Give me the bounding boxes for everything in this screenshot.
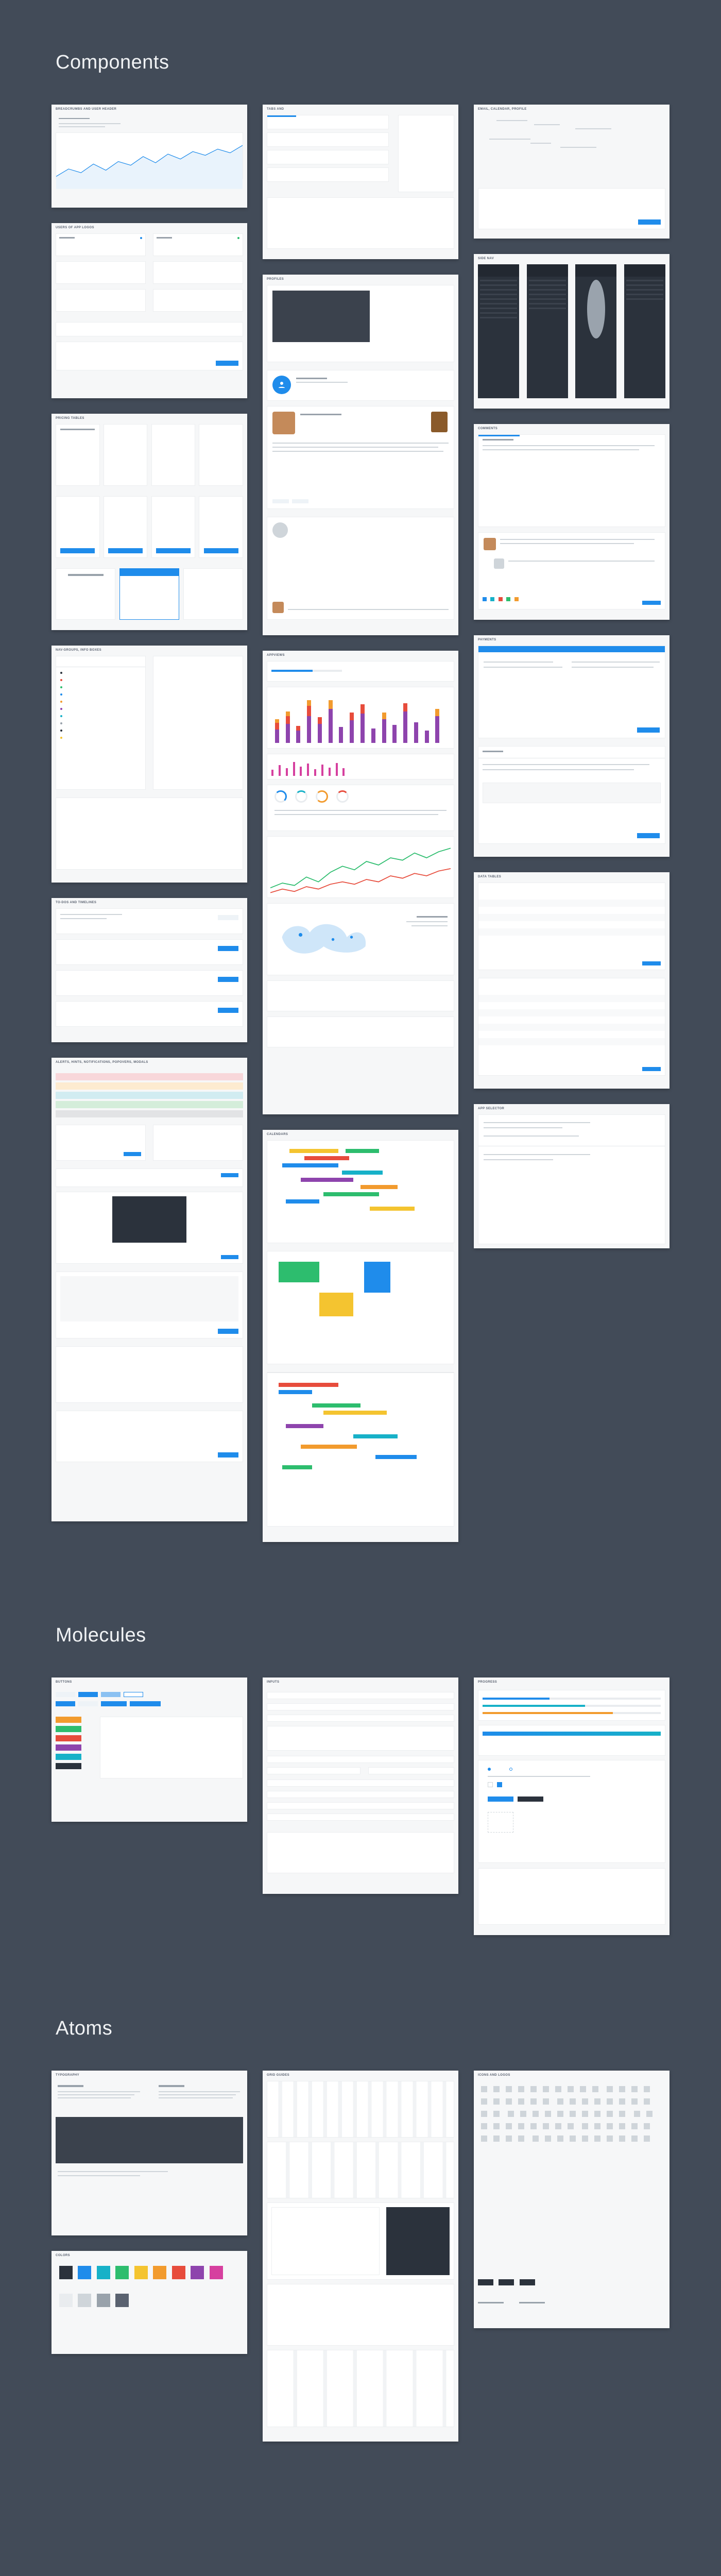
thumb-title: PROGRESS (478, 1681, 497, 1684)
thumb-title: COMMENTS (478, 427, 497, 430)
thumb-comments[interactable]: COMMENTS (474, 424, 670, 620)
components-col-1: BREADCRUMBS AND USER HEADER (52, 105, 247, 1521)
thumb-title: TYPOGRAPHY (56, 2074, 79, 2077)
molecules-col-3: PROGRESS (474, 1677, 670, 1935)
thumb-progress[interactable]: PROGRESS (474, 1677, 670, 1935)
thumb-title: APPVIEWS (267, 654, 285, 657)
thumb-calendars[interactable]: CALENDARS (263, 1130, 458, 1542)
section-title-components: Components (56, 52, 670, 74)
thumb-buttons[interactable]: BUTTONS (52, 1677, 247, 1822)
section-title-atoms: Atoms (56, 2018, 670, 2040)
thumb-title: SIDE NAV (478, 257, 494, 260)
thumb-breadcrumbs[interactable]: BREADCRUMBS AND USER HEADER (52, 105, 247, 208)
thumb-nav-groups[interactable]: NAV-GROUPS, INFO BOXES (52, 646, 247, 883)
thumb-title: ICONS AND LOGOS (478, 2074, 510, 2077)
thumb-title: PROFILES (267, 278, 284, 281)
thumb-appviews[interactable]: APPVIEWS (263, 651, 458, 1114)
thumb-title: DATA TABLES (478, 875, 501, 878)
thumb-pricing[interactable]: PRICING TABLES (52, 414, 247, 630)
section-components: Components BREADCRUMBS AND USER HEADER (52, 52, 670, 1542)
thumb-title: USERS OF APP LOGOS (56, 226, 94, 229)
thumb-inputs[interactable]: INPUTS (263, 1677, 458, 1894)
molecules-col-1: BUTTONS (52, 1677, 247, 1822)
components-col-3: EMAIL, CALENDAR, PROFILE SIDE NAV (474, 105, 670, 1248)
thumb-grid-guides[interactable]: GRID GUIDES (263, 2071, 458, 2442)
thumb-title: TO-DOS AND TIMELINES (56, 901, 96, 904)
atoms-col-3: ICONS AND LOGOS (474, 2071, 670, 2328)
thumb-title: ALERTS, HINTS, NOTIFICATIONS, POPOVERS, … (56, 1061, 148, 1064)
thumb-profiles[interactable]: PROFILES (263, 275, 458, 635)
thumb-title: INPUTS (267, 1681, 279, 1684)
section-title-molecules: Molecules (56, 1624, 670, 1647)
molecules-col-2: INPUTS (263, 1677, 458, 1894)
thumb-title: CALENDARS (267, 1133, 288, 1136)
thumb-title: EMAIL, CALENDAR, PROFILE (478, 108, 527, 111)
thumb-title: BUTTONS (56, 1681, 72, 1684)
thumb-user-cards[interactable]: USERS OF APP LOGOS (52, 223, 247, 398)
thumb-app-selector[interactable]: APP SELECTOR (474, 1104, 670, 1248)
thumb-colors[interactable]: COLORS (52, 2251, 247, 2354)
thumb-title: PAYMENTS (478, 638, 496, 641)
thumb-typography[interactable]: TYPOGRAPHY (52, 2071, 247, 2235)
atoms-col-2: GRID GUIDES (263, 2071, 458, 2442)
thumb-title: BREADCRUMBS AND USER HEADER (56, 108, 116, 111)
thumb-chat[interactable]: EMAIL, CALENDAR, PROFILE (474, 105, 670, 239)
thumb-icons[interactable]: ICONS AND LOGOS (474, 2071, 670, 2328)
thumb-sidenav[interactable]: SIDE NAV (474, 254, 670, 409)
section-atoms: Atoms TYPOGRAPHY (52, 2018, 670, 2442)
thumb-todo[interactable]: TO-DOS AND TIMELINES (52, 898, 247, 1042)
thumb-alerts[interactable]: ALERTS, HINTS, NOTIFICATIONS, POPOVERS, … (52, 1058, 247, 1521)
thumb-title: PRICING TABLES (56, 417, 84, 420)
thumb-title: NAV-GROUPS, INFO BOXES (56, 649, 101, 652)
atoms-col-1: TYPOGRAPHY (52, 2071, 247, 2354)
thumb-title: COLORS (56, 2254, 70, 2257)
thumb-data-tables[interactable]: DATA TABLES (474, 872, 670, 1089)
thumb-tabs[interactable]: TABS AND (263, 105, 458, 259)
thumb-title: APP SELECTOR (478, 1107, 504, 1110)
thumb-payments[interactable]: PAYMENTS (474, 635, 670, 857)
components-col-2: TABS AND PROFILES (263, 105, 458, 1542)
thumb-title: GRID GUIDES (267, 2074, 289, 2077)
thumb-title: TABS AND (267, 108, 284, 111)
section-molecules: Molecules BUTTONS (52, 1624, 670, 1935)
